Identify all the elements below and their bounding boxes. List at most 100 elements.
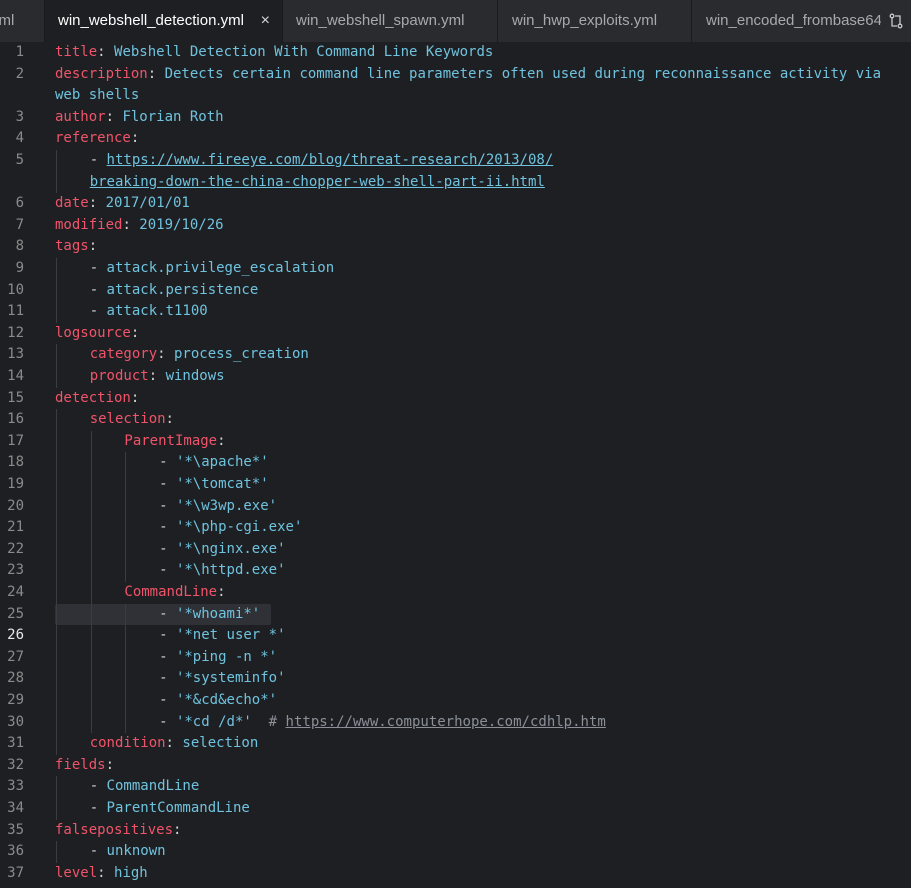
code-line[interactable]: 20 - '*\w3wp.exe' (0, 496, 911, 518)
code-line[interactable]: 33 - CommandLine (0, 776, 911, 798)
yaml-value: '*\tomcat*' (175, 476, 269, 492)
code-line[interactable]: 3 author: Florian Roth (0, 107, 911, 129)
line-number: 31 (7, 735, 24, 752)
yaml-key: author (55, 108, 106, 125)
yaml-value: 2019/10/26 (139, 216, 224, 233)
code-text: - '*\nginx.exe' (159, 539, 285, 561)
code-line[interactable]: 35 falsepositives: (0, 820, 911, 842)
code-line[interactable]: 32 fields: (0, 755, 911, 777)
punctuation: : (217, 584, 226, 600)
punctuation: - (159, 519, 176, 536)
tab-label: win_webshell_detection.yml (58, 12, 244, 29)
code-line[interactable]: 5 - https://www.fireeye.com/blog/threat-r… (0, 150, 911, 172)
punctuation: - (89, 303, 107, 320)
punctuation: - (89, 843, 107, 860)
code-line[interactable]: 24 CommandLine: (0, 582, 911, 604)
code-text: description: Detects certain command lin… (55, 64, 881, 86)
code-line[interactable]: 34 - ParentCommandLine (0, 798, 911, 820)
code-text: - '*\php-cgi.exe' (159, 517, 302, 539)
code-text: ParentImage: (124, 431, 225, 453)
code-line[interactable]: 18 - '*\apache*' (0, 452, 911, 474)
punctuation: : (165, 411, 174, 428)
code-text: - '*\apache*' (159, 452, 269, 474)
punctuation: - (89, 260, 107, 276)
code-line[interactable]: 17 ParentImage: (0, 431, 911, 453)
code-line[interactable]: 9 - attack.privilege_escalation (0, 258, 911, 280)
code-text: product: windows (90, 366, 225, 388)
line-number: 30 (7, 713, 24, 730)
code-text: - CommandLine (90, 776, 200, 798)
code-line[interactable]: web shells (0, 85, 911, 107)
code-line[interactable]: 30 - '*cd /d*' # https://www.computerhope… (0, 712, 911, 734)
tab-win-encoded-frombase64[interactable]: win_encoded_frombase64 (692, 0, 882, 42)
url-link[interactable]: breaking-down-the-china-chopper-web-shel… (90, 174, 545, 190)
indent-guide (56, 258, 57, 323)
code-line[interactable]: 1 title: Webshell Detection With Command … (0, 42, 911, 64)
tab-win-webshell-detection[interactable]: win_webshell_detection.yml × (45, 0, 283, 42)
code-line[interactable]: 23 - '*\httpd.exe' (0, 560, 911, 582)
code-line[interactable]: 7 modified: 2019/10/26 (0, 215, 911, 237)
line-number: 27 (7, 648, 24, 665)
code-line[interactable]: breaking-down-the-china-chopper-web-shel… (0, 172, 911, 194)
code-text: - '*\httpd.exe' (159, 560, 285, 582)
yaml-value: '*\php-cgi.exe' (175, 519, 303, 536)
yaml-value: CommandLine (106, 778, 200, 795)
code-line[interactable]: 13 category: process_creation (0, 344, 911, 366)
code-line[interactable]: 19 - '*\tomcat*' (0, 474, 911, 496)
line-number: 17 (7, 432, 24, 449)
tab-win-hwp-exploits[interactable]: win_hwp_exploits.yml (498, 0, 692, 42)
punctuation: - (159, 692, 176, 708)
punctuation: : (88, 195, 106, 212)
punctuation: - (159, 670, 176, 687)
line-number: 32 (7, 756, 24, 773)
line-number: 4 (15, 130, 24, 147)
yaml-key: title (55, 44, 98, 60)
line-number: 21 (7, 519, 24, 536)
code-line[interactable]: 29 - '*&cd&echo*' (0, 690, 911, 712)
code-line[interactable]: 15 detection: (0, 388, 911, 410)
code-text: - attack.persistence (90, 280, 259, 302)
code-line[interactable]: 12 logsource: (0, 323, 911, 345)
code-line[interactable]: 10 - attack.persistence (0, 280, 911, 302)
compare-icon[interactable] (881, 0, 911, 42)
code-line[interactable]: 14 product: windows (0, 366, 911, 388)
code-line[interactable]: 4 reference: (0, 128, 911, 150)
punctuation: : (157, 346, 174, 363)
line-number: 20 (7, 497, 24, 514)
url-link[interactable]: https://www.fireeye.com/blog/threat-rese… (107, 152, 554, 168)
punctuation: : (148, 368, 166, 384)
line-number: 35 (7, 821, 24, 838)
yaml-key: detection (55, 389, 131, 406)
code-line[interactable]: 16 selection: (0, 409, 911, 431)
code-text: - '*ping -n *' (159, 647, 277, 669)
line-number: 2 (15, 65, 24, 82)
code-line[interactable]: 28 - '*systeminfo' (0, 668, 911, 690)
yaml-key: ParentImage (124, 432, 218, 449)
punctuation: : (105, 108, 123, 125)
tab-previous-file[interactable]: yml (0, 0, 45, 42)
tab-win-webshell-spawn[interactable]: win_webshell_spawn.yml (283, 0, 498, 42)
indent-guide (56, 409, 57, 755)
url-link[interactable]: https://www.computerhope.com/cdhlp.htm (286, 714, 606, 730)
code-line[interactable]: 36 - unknown (0, 841, 911, 863)
code-line[interactable]: 11 - attack.t1100 (0, 301, 911, 323)
yaml-value: Detects certain command line parameters … (164, 65, 882, 82)
close-icon[interactable]: × (261, 0, 270, 42)
code-line[interactable]: 22 - '*\nginx.exe' (0, 539, 911, 561)
code-line[interactable]: 26 - '*net user *' (0, 625, 911, 647)
code-line[interactable]: 37 level: high (0, 863, 911, 885)
yaml-value: web shells (55, 87, 140, 104)
code-text: - attack.privilege_escalation (90, 258, 334, 280)
code-line[interactable]: 27 - '*ping -n *' (0, 647, 911, 669)
code-line[interactable]: 6 date: 2017/01/01 (0, 193, 911, 215)
code-line[interactable]: 25 - '*whoami*' (0, 603, 911, 626)
yaml-value: process_creation (173, 346, 309, 363)
code-line[interactable]: 31 condition: selection (0, 733, 911, 755)
code-line[interactable]: 2 description: Detects certain command li… (0, 64, 911, 86)
indent-guide (56, 150, 57, 194)
code-text: - '*cd /d*' # https://www.computerhope.c… (159, 712, 606, 734)
code-line[interactable]: 21 - '*\php-cgi.exe' (0, 517, 911, 539)
code-text: breaking-down-the-china-chopper-web-shel… (90, 172, 545, 194)
code-editor[interactable]: 1 title: Webshell Detection With Command … (0, 42, 911, 888)
code-line[interactable]: 8 tags: (0, 236, 911, 258)
